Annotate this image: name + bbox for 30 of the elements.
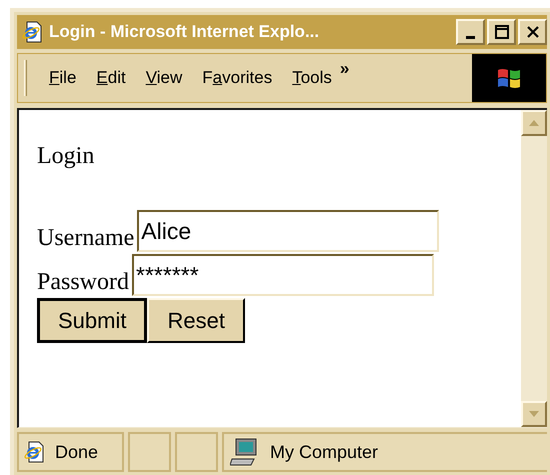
status-text: Done [55,440,98,464]
menu-item[interactable]: View [146,65,182,91]
input-field[interactable]: Alice [137,210,440,252]
form-button[interactable]: Reset [147,298,245,343]
field-label: Username [37,226,134,252]
input-field[interactable]: ******* [132,254,434,296]
page-heading: Login [37,144,96,168]
scrollbar[interactable] [521,110,547,427]
minimize-icon [466,36,475,38]
status-panel [128,432,171,472]
windows-logo-icon [496,66,522,90]
up-arrow-icon [529,120,539,126]
menu-overflow[interactable]: » [340,60,350,77]
scroll-down-button[interactable] [521,401,547,427]
down-arrow-icon [529,411,539,417]
menu-item[interactable]: Tools [292,65,332,91]
scroll-up-button[interactable] [521,110,547,136]
menu-item[interactable]: File [49,65,76,91]
minimize-button[interactable] [456,19,485,45]
close-button[interactable] [518,19,547,45]
menu-item[interactable]: Edit [96,65,126,91]
close-icon [526,26,538,38]
zone-text: My Computer [270,440,378,464]
maximize-button[interactable] [487,19,516,45]
maximize-icon [494,25,508,39]
menu-item[interactable]: Favorites [202,65,272,91]
window-title: Login - Microsoft Internet Explo... [49,21,320,44]
status-panel [175,432,218,472]
form-button[interactable]: Submit [37,298,148,343]
field-label: Password [37,270,130,296]
